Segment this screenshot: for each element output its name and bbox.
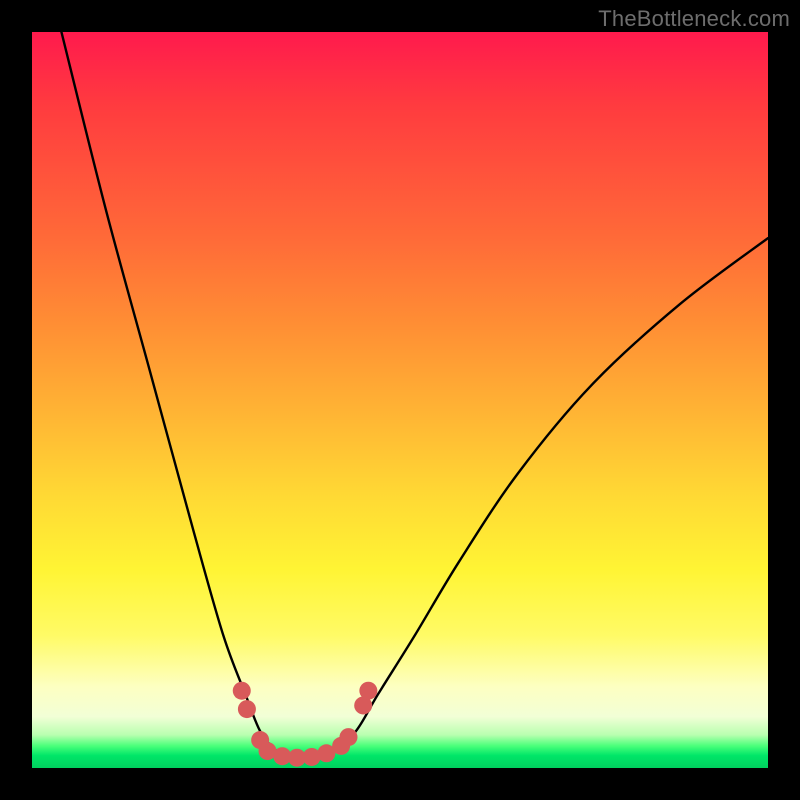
marker-dot <box>339 728 357 746</box>
watermark-text: TheBottleneck.com <box>598 6 790 32</box>
bottleneck-curve <box>61 32 768 758</box>
chart-frame: TheBottleneck.com <box>0 0 800 800</box>
marker-dot <box>233 682 251 700</box>
highlight-dots <box>233 682 378 767</box>
curve-svg <box>32 32 768 768</box>
marker-dot <box>238 700 256 718</box>
plot-area <box>32 32 768 768</box>
marker-dot <box>359 682 377 700</box>
